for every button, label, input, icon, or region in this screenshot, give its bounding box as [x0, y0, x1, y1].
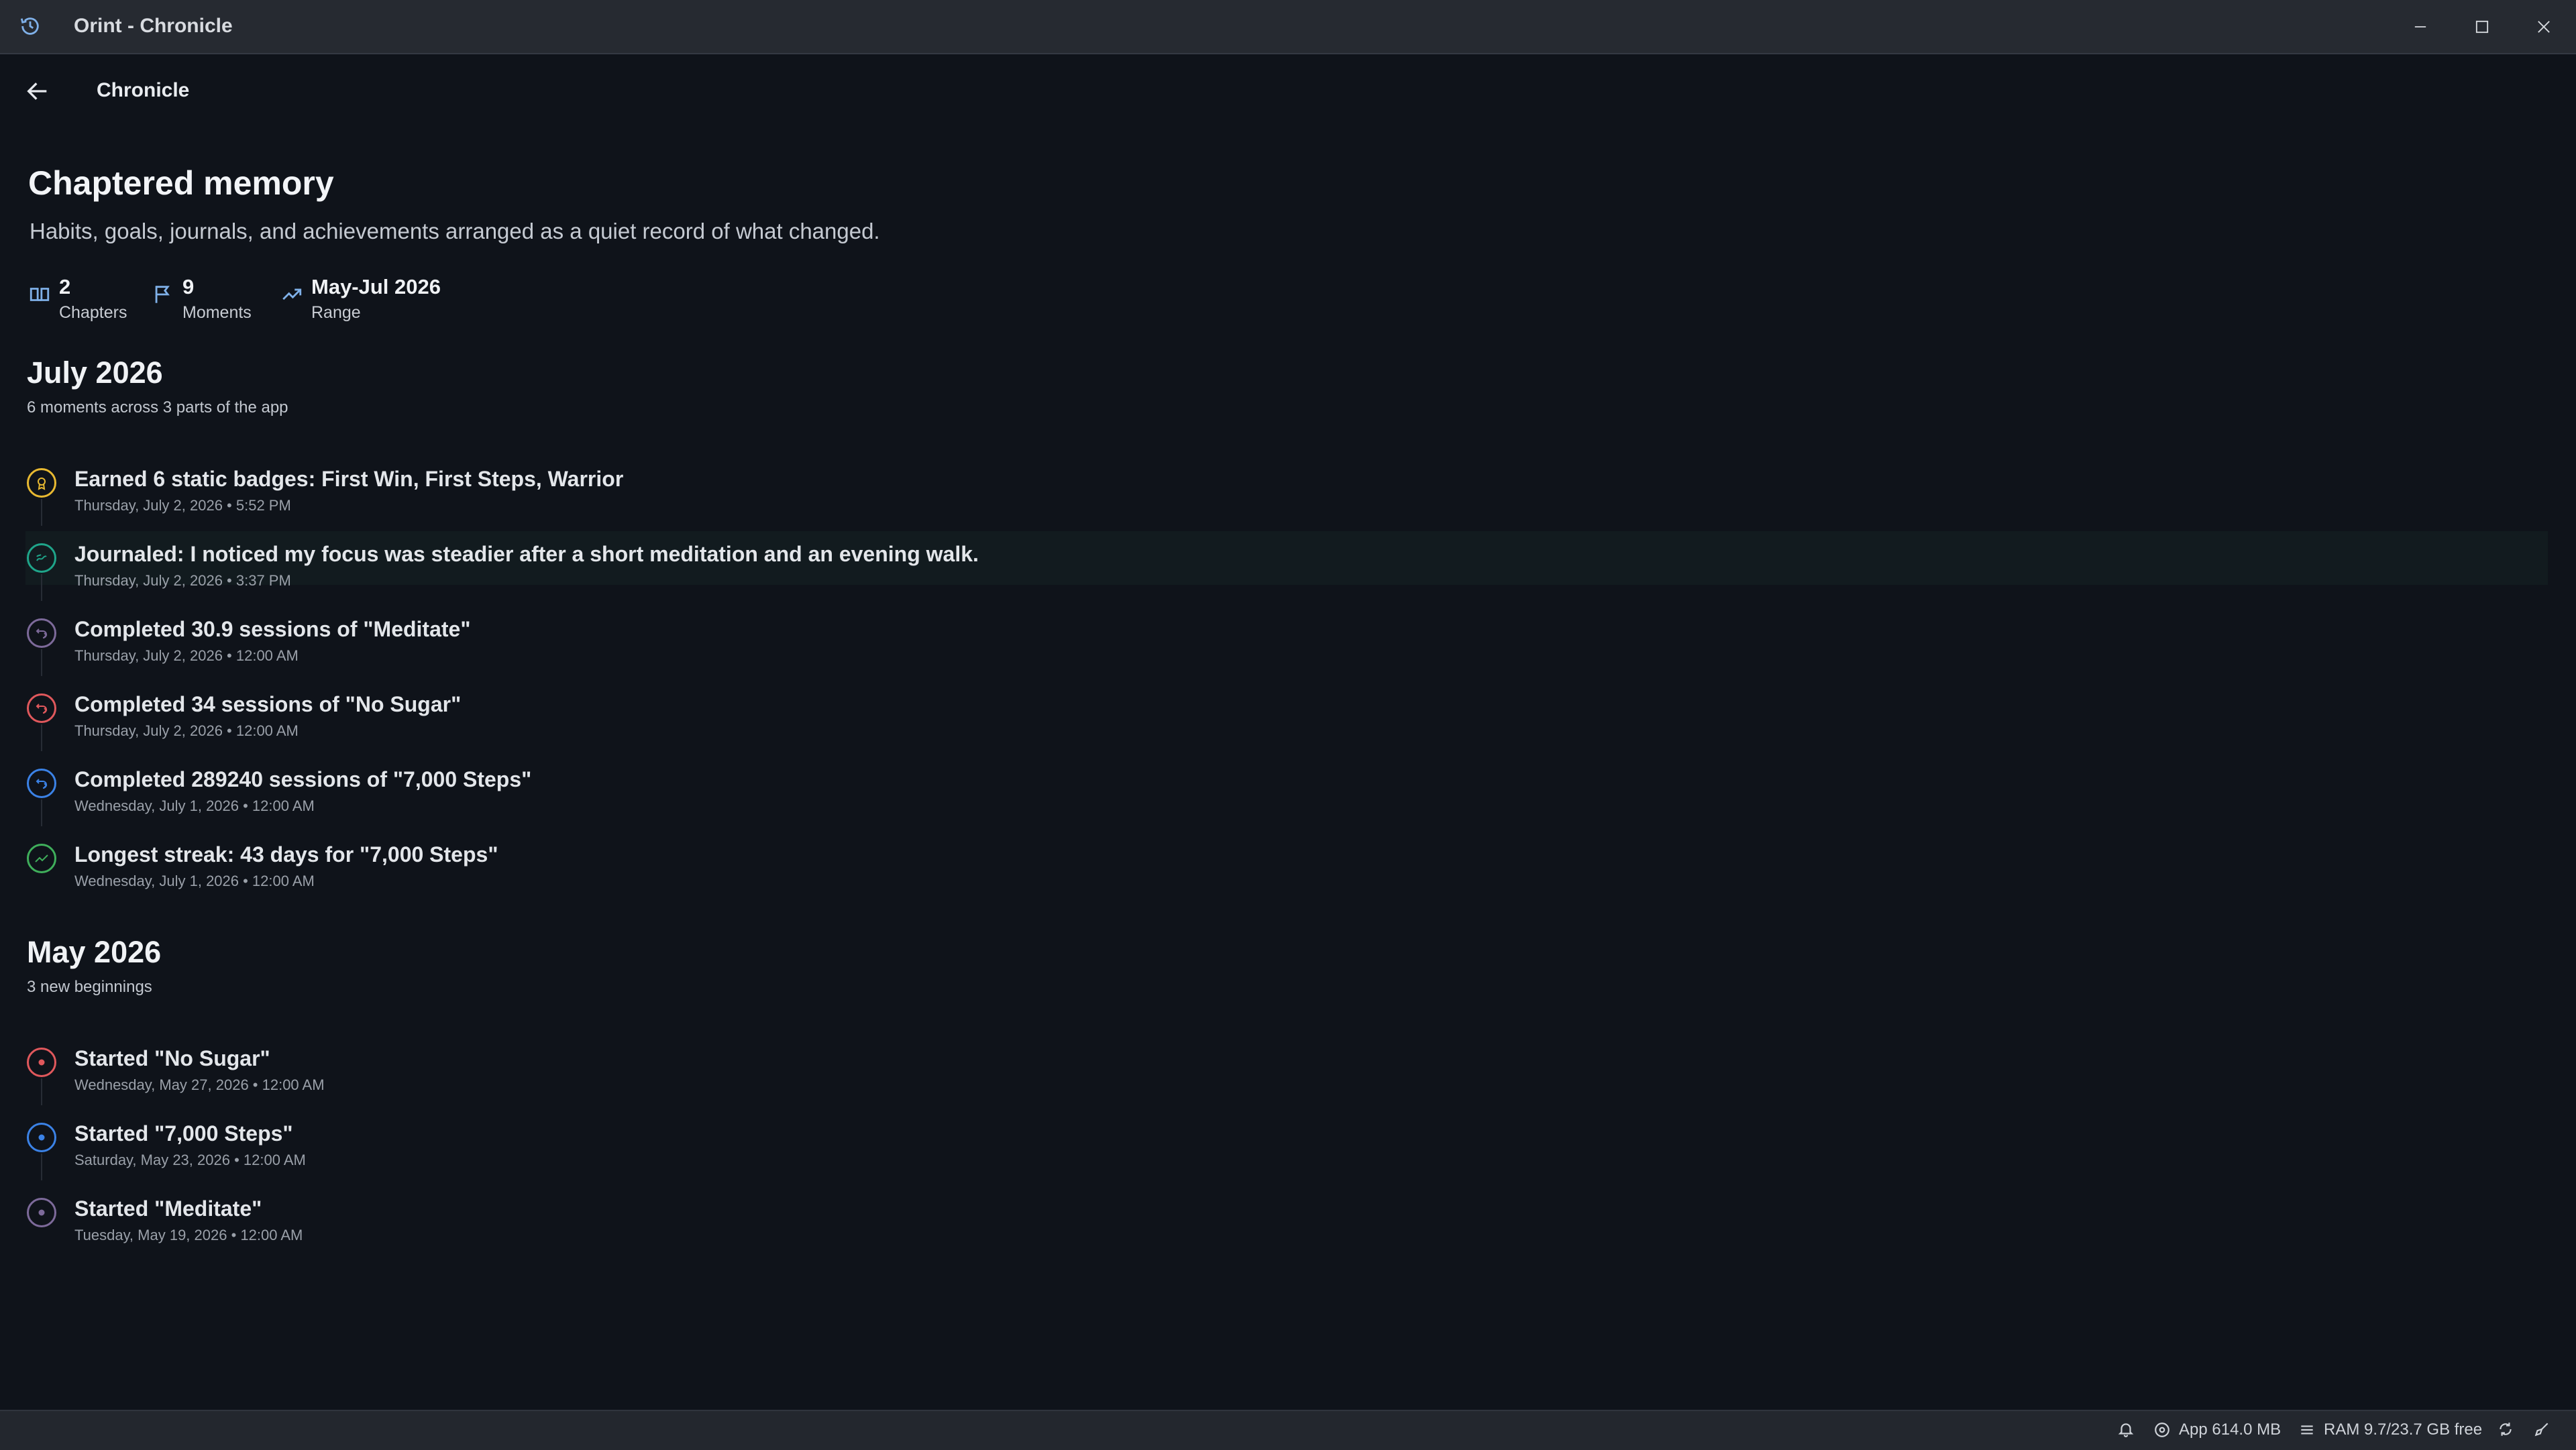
timeline-item[interactable]: Earned 6 static badges: First Win, First…	[25, 460, 2548, 526]
timeline-item-date: Saturday, May 23, 2026 • 12:00 AM	[74, 1152, 306, 1168]
timeline-item-title: Started "No Sugar"	[74, 1046, 270, 1070]
timeline-item[interactable]: Completed 34 sessions of "No Sugar" Thurs…	[25, 685, 2548, 751]
timeline-item-title: Journaled: I noticed my focus was steadi…	[74, 542, 979, 566]
book-icon	[30, 288, 50, 301]
journal-icon	[27, 543, 56, 573]
chapter-subtitle: 3 new beginnings	[27, 978, 152, 996]
timeline-item-title: Started "Meditate"	[74, 1196, 262, 1221]
timeline-item[interactable]: Started "Meditate" Tuesday, May 19, 2026 …	[25, 1190, 2548, 1243]
stat-label: Chapters	[59, 303, 127, 322]
start-icon	[27, 1123, 56, 1152]
timeline-item-date: Thursday, July 2, 2026 • 3:37 PM	[74, 572, 291, 589]
broom-button[interactable]	[2533, 1420, 2551, 1438]
timeline-item-date: Wednesday, July 1, 2026 • 12:00 AM	[74, 797, 315, 814]
page-subtitle: Habits, goals, journals, and achievement…	[30, 219, 880, 243]
ram-usage: RAM 9.7/23.7 GB free	[2298, 1420, 2482, 1439]
ram-icon	[2301, 1425, 2313, 1435]
title-bar: Orint - Chronicle	[0, 0, 2576, 54]
status-bar: App 614.0 MB RAM 9.7/23.7 GB free	[0, 1410, 2576, 1450]
close-icon	[2538, 20, 2550, 33]
timeline-item-title: Completed 30.9 sessions of "Meditate"	[74, 617, 471, 641]
notifications-button[interactable]	[2117, 1420, 2135, 1438]
stat-label: Moments	[182, 303, 252, 322]
breadcrumb: Chronicle	[97, 79, 190, 101]
app-memory: App 614.0 MB	[2153, 1420, 2281, 1439]
timeline-item-title: Completed 289240 sessions of "7,000 Step…	[74, 767, 532, 791]
timeline-connector	[41, 724, 42, 751]
flag-icon	[155, 286, 170, 303]
timeline-item-title: Started "7,000 Steps"	[74, 1121, 293, 1146]
timeline-item[interactable]: Longest streak: 43 days for "7,000 Steps…	[25, 836, 2548, 889]
history-icon	[20, 17, 39, 35]
timeline-item-date: Tuesday, May 19, 2026 • 12:00 AM	[74, 1227, 303, 1243]
timeline-item-date: Wednesday, July 1, 2026 • 12:00 AM	[74, 873, 315, 889]
chapter-title: July 2026	[27, 355, 163, 390]
repeat-icon	[27, 769, 56, 798]
trend-icon	[27, 844, 56, 873]
timeline-connector	[41, 499, 42, 526]
timeline-item[interactable]: Completed 30.9 sessions of "Meditate" Thu…	[25, 610, 2548, 676]
bell-icon	[2118, 1423, 2134, 1437]
chapter-subtitle: 6 moments across 3 parts of the app	[27, 398, 288, 416]
app-memory-text: App 614.0 MB	[2179, 1420, 2282, 1439]
timeline-connector	[41, 1078, 42, 1105]
close-button[interactable]	[2513, 0, 2575, 53]
repeat-icon	[27, 693, 56, 723]
ram-text: RAM 9.7/23.7 GB free	[2324, 1420, 2483, 1439]
back-arrow-icon[interactable]	[24, 78, 51, 105]
refresh-icon	[2500, 1423, 2512, 1436]
timeline-item-title: Earned 6 static badges: First Win, First…	[74, 467, 624, 491]
timeline-item-title: Completed 34 sessions of "No Sugar"	[74, 692, 462, 716]
stat-value: May-Jul 2026	[311, 275, 441, 298]
maximize-button[interactable]	[2451, 0, 2513, 53]
broom-icon	[2534, 1423, 2548, 1437]
stat-value: 9	[182, 275, 195, 298]
timeline-item-date: Wednesday, May 27, 2026 • 12:00 AM	[74, 1076, 325, 1093]
page-title: Chaptered memory	[28, 164, 334, 202]
globe-icon	[2155, 1423, 2169, 1437]
minimize-button[interactable]	[2390, 0, 2451, 53]
window-title: Orint - Chronicle	[74, 15, 233, 37]
stat-value: 2	[59, 275, 71, 298]
refresh-button[interactable]	[2497, 1420, 2514, 1438]
badge-icon	[27, 468, 56, 498]
chapter-title: May 2026	[27, 935, 162, 969]
timeline-connector	[41, 799, 42, 826]
timeline-item[interactable]: Completed 289240 sessions of "7,000 Step…	[25, 761, 2548, 826]
repeat-icon	[27, 618, 56, 648]
timeline-item-date: Thursday, July 2, 2026 • 5:52 PM	[74, 497, 291, 514]
timeline-connector	[41, 574, 42, 601]
timeline-item[interactable]: Started "7,000 Steps" Saturday, May 23, 2…	[25, 1115, 2548, 1180]
trend-icon	[282, 288, 302, 300]
timeline-connector	[41, 649, 42, 676]
stat-label: Range	[311, 303, 361, 322]
timeline-item-date: Thursday, July 2, 2026 • 12:00 AM	[74, 722, 299, 739]
maximize-icon	[2475, 20, 2489, 33]
timeline-item[interactable]: Journaled: I noticed my focus was steadi…	[25, 531, 2548, 601]
timeline-item-title: Longest streak: 43 days for "7,000 Steps…	[74, 842, 498, 867]
timeline-connector	[41, 1154, 42, 1180]
timeline-item-date: Thursday, July 2, 2026 • 12:00 AM	[74, 647, 299, 664]
minimize-icon	[2414, 25, 2426, 27]
start-icon	[27, 1198, 56, 1227]
start-icon	[27, 1048, 56, 1077]
timeline-item[interactable]: Started "No Sugar" Wednesday, May 27, 202…	[25, 1040, 2548, 1105]
